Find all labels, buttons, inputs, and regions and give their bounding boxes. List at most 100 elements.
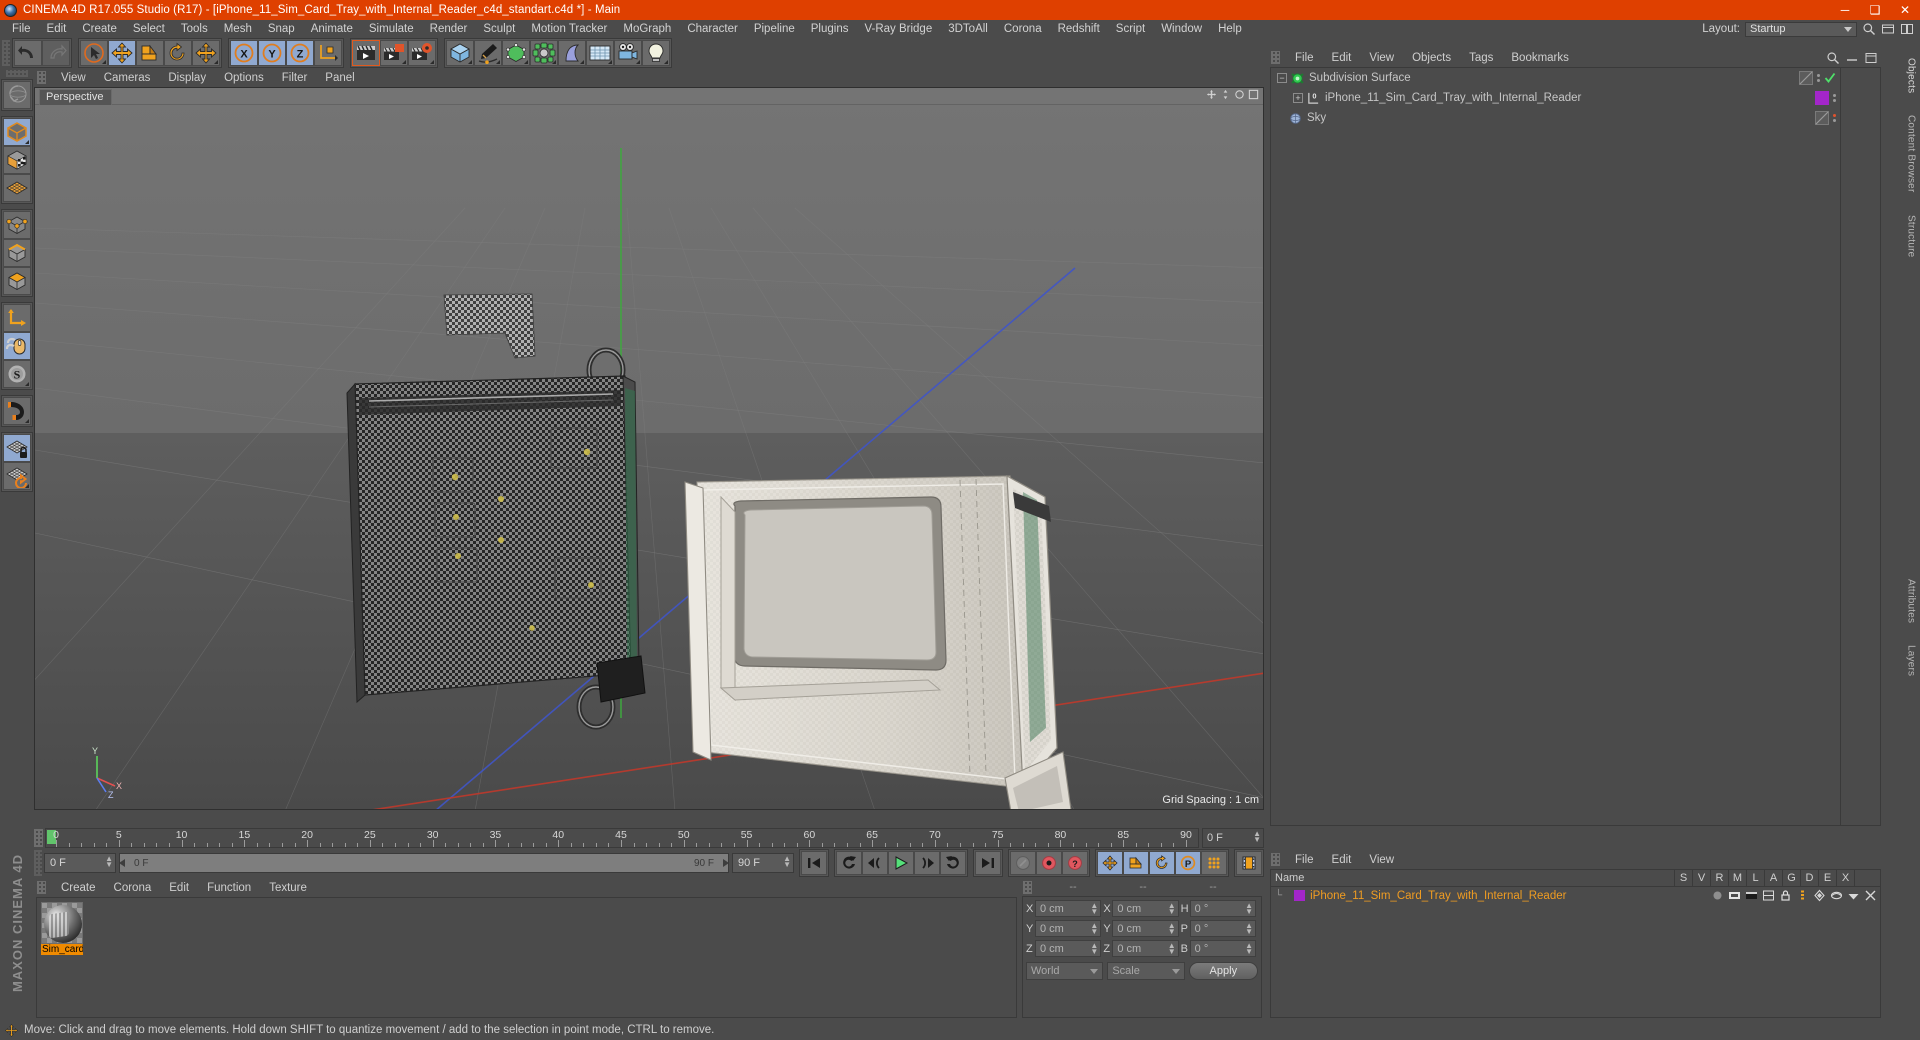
spinner-icon[interactable]: ▲ ▼ <box>1090 942 1098 956</box>
redo-button[interactable] <box>42 40 70 66</box>
end-frame-field[interactable]: 90 F ▲ ▼ <box>732 853 794 873</box>
maximize-button[interactable]: ❑ <box>1860 0 1890 20</box>
menu-script[interactable]: Script <box>1108 20 1153 38</box>
menu-snap[interactable]: Snap <box>260 20 303 38</box>
om-menu-objects[interactable]: Objects <box>1403 52 1460 64</box>
spinner-icon[interactable]: ▲ ▼ <box>1090 922 1098 936</box>
layer-color-swatch[interactable] <box>1294 890 1306 901</box>
coord-field-rot-b[interactable]: 0 ° ▲ ▼ <box>1189 940 1256 957</box>
om-menu-edit[interactable]: Edit <box>1323 52 1361 64</box>
mograph-cloner-button[interactable] <box>530 40 558 66</box>
menu-help[interactable]: Help <box>1210 20 1250 38</box>
spinner-icon[interactable]: ▲ ▼ <box>1245 922 1253 936</box>
pan-view-icon[interactable] <box>1206 89 1217 100</box>
key-rotation-button[interactable] <box>1149 851 1175 875</box>
key-scale-button[interactable] <box>1123 851 1149 875</box>
key-point-level-button[interactable] <box>1201 851 1227 875</box>
points-mode-button[interactable] <box>3 211 31 239</box>
structure-row[interactable]: └ iPhone_11_Sim_Card_Tray_with_Internal_… <box>1271 887 1880 904</box>
visibility-dots-icon[interactable] <box>1833 114 1836 122</box>
material-item[interactable]: Sim_card <box>41 902 83 958</box>
toolbar-grip[interactable] <box>2 40 10 66</box>
close-button[interactable]: ✕ <box>1890 0 1920 20</box>
manager-icon[interactable] <box>1762 889 1775 902</box>
coordinates-grip[interactable] <box>1023 880 1032 894</box>
layer-color-icon[interactable] <box>1799 71 1813 85</box>
viewport-menu-grip[interactable] <box>37 71 46 84</box>
tab-layers[interactable]: Layers <box>1905 639 1918 682</box>
scene-environment-button[interactable] <box>586 40 614 66</box>
material-list[interactable]: Sim_card <box>36 897 1017 1018</box>
viewport-tab-perspective[interactable]: Perspective <box>39 89 113 105</box>
coord-field-rot-h[interactable]: 0 ° ▲ ▼ <box>1189 900 1256 917</box>
om-menu-file[interactable]: File <box>1286 52 1323 64</box>
render-view-button[interactable] <box>352 40 380 66</box>
object-row-iphone-sim-card-tray[interactable]: + 0 iPhone_11_Sim_Card_Tray_with_Interna… <box>1271 88 1840 108</box>
menu-sculpt[interactable]: Sculpt <box>475 20 523 38</box>
column-m[interactable]: M <box>1728 869 1746 887</box>
om-menu-tags[interactable]: Tags <box>1460 52 1502 64</box>
menu-tools[interactable]: Tools <box>173 20 216 38</box>
record-active-objects-button[interactable] <box>1036 851 1062 875</box>
coord-field-rot-p[interactable]: 0 ° ▲ ▼ <box>1189 920 1256 937</box>
column-x[interactable]: X <box>1836 869 1854 887</box>
range-start-handle[interactable] <box>119 859 125 867</box>
maximize-view-icon[interactable] <box>1248 89 1259 100</box>
coord-field-size-x[interactable]: 0 cm ▲ ▼ <box>1112 900 1179 917</box>
key-parameter-button[interactable]: P <box>1175 851 1201 875</box>
structure-body[interactable]: Name S V R M L A G D E X └ iPhone_11_Sim… <box>1270 869 1881 1018</box>
spinner-icon[interactable]: ▲ ▼ <box>1168 922 1176 936</box>
timeline-grip[interactable] <box>34 829 43 847</box>
object-tree[interactable]: − Subdivision Surface + 0 iPhone_11_Sim_… <box>1271 68 1840 825</box>
visibility-dots-icon[interactable] <box>1817 74 1820 82</box>
column-a[interactable]: A <box>1764 869 1782 887</box>
panel-menu-icon[interactable] <box>1864 51 1878 65</box>
solo-icon[interactable] <box>1711 889 1724 902</box>
material-menu-create[interactable]: Create <box>52 882 105 894</box>
column-d[interactable]: D <box>1800 869 1818 887</box>
timeline-filmstrip-button[interactable] <box>1236 851 1262 875</box>
material-tag-icon[interactable] <box>1815 91 1829 105</box>
column-s[interactable]: S <box>1674 869 1692 887</box>
current-frame-field[interactable]: 0 F ▲ ▼ <box>44 853 116 873</box>
search-icon[interactable] <box>1862 22 1876 36</box>
polygons-mode-button[interactable] <box>3 267 31 295</box>
object-axis-button[interactable] <box>3 304 31 332</box>
coord-field-size-y[interactable]: 0 cm ▲ ▼ <box>1112 920 1179 937</box>
workplane-mode-button[interactable] <box>3 174 31 202</box>
layout-dropdown[interactable]: Startup <box>1745 21 1857 37</box>
layer-color-icon[interactable] <box>1815 111 1829 125</box>
camera-button[interactable] <box>614 40 642 66</box>
menu-character[interactable]: Character <box>679 20 746 38</box>
undo-button[interactable] <box>14 40 42 66</box>
spinner-icon[interactable]: ▲ ▼ <box>783 855 791 869</box>
key-position-button[interactable] <box>1097 851 1123 875</box>
soft-selection-button[interactable]: S <box>3 360 31 388</box>
axis-z-button[interactable]: Z <box>286 40 314 66</box>
tab-content-browser[interactable]: Content Browser <box>1905 109 1918 198</box>
menu-mograph[interactable]: MoGraph <box>615 20 679 38</box>
left-palette-grip[interactable] <box>6 70 28 77</box>
column-e[interactable]: E <box>1818 869 1836 887</box>
minimize-panel-icon[interactable] <box>1845 51 1859 65</box>
coordinate-system-dropdown[interactable]: World <box>1026 962 1104 980</box>
go-to-end-button[interactable] <box>975 851 1001 875</box>
viewport-menu-view[interactable]: View <box>52 72 95 84</box>
timeline-frame-field[interactable]: 0 F ▲ ▼ <box>1202 828 1264 848</box>
cube-primitive-button[interactable] <box>446 40 474 66</box>
coord-field-pos-z[interactable]: 0 cm ▲ ▼ <box>1035 940 1102 957</box>
edges-mode-button[interactable] <box>3 239 31 267</box>
sm-menu-file[interactable]: File <box>1286 854 1323 866</box>
viewport-menu-filter[interactable]: Filter <box>273 72 317 84</box>
menu-window[interactable]: Window <box>1153 20 1210 38</box>
structure-menu-grip[interactable] <box>1271 853 1280 866</box>
menu-plugins[interactable]: Plugins <box>803 20 857 38</box>
step-back-button[interactable] <box>862 851 888 875</box>
coord-field-pos-y[interactable]: 0 cm ▲ ▼ <box>1035 920 1102 937</box>
spinner-icon[interactable]: ▲ ▼ <box>1253 830 1261 844</box>
minimize-button[interactable]: ─ <box>1830 0 1860 20</box>
menu-corona[interactable]: Corona <box>996 20 1050 38</box>
timeline-ruler[interactable]: 0 5 10 15 20 25 30 35 40 45 50 55 60 65 70 75 80 85 90 <box>45 828 1199 848</box>
material-menu-texture[interactable]: Texture <box>260 882 316 894</box>
menu-animate[interactable]: Animate <box>303 20 361 38</box>
